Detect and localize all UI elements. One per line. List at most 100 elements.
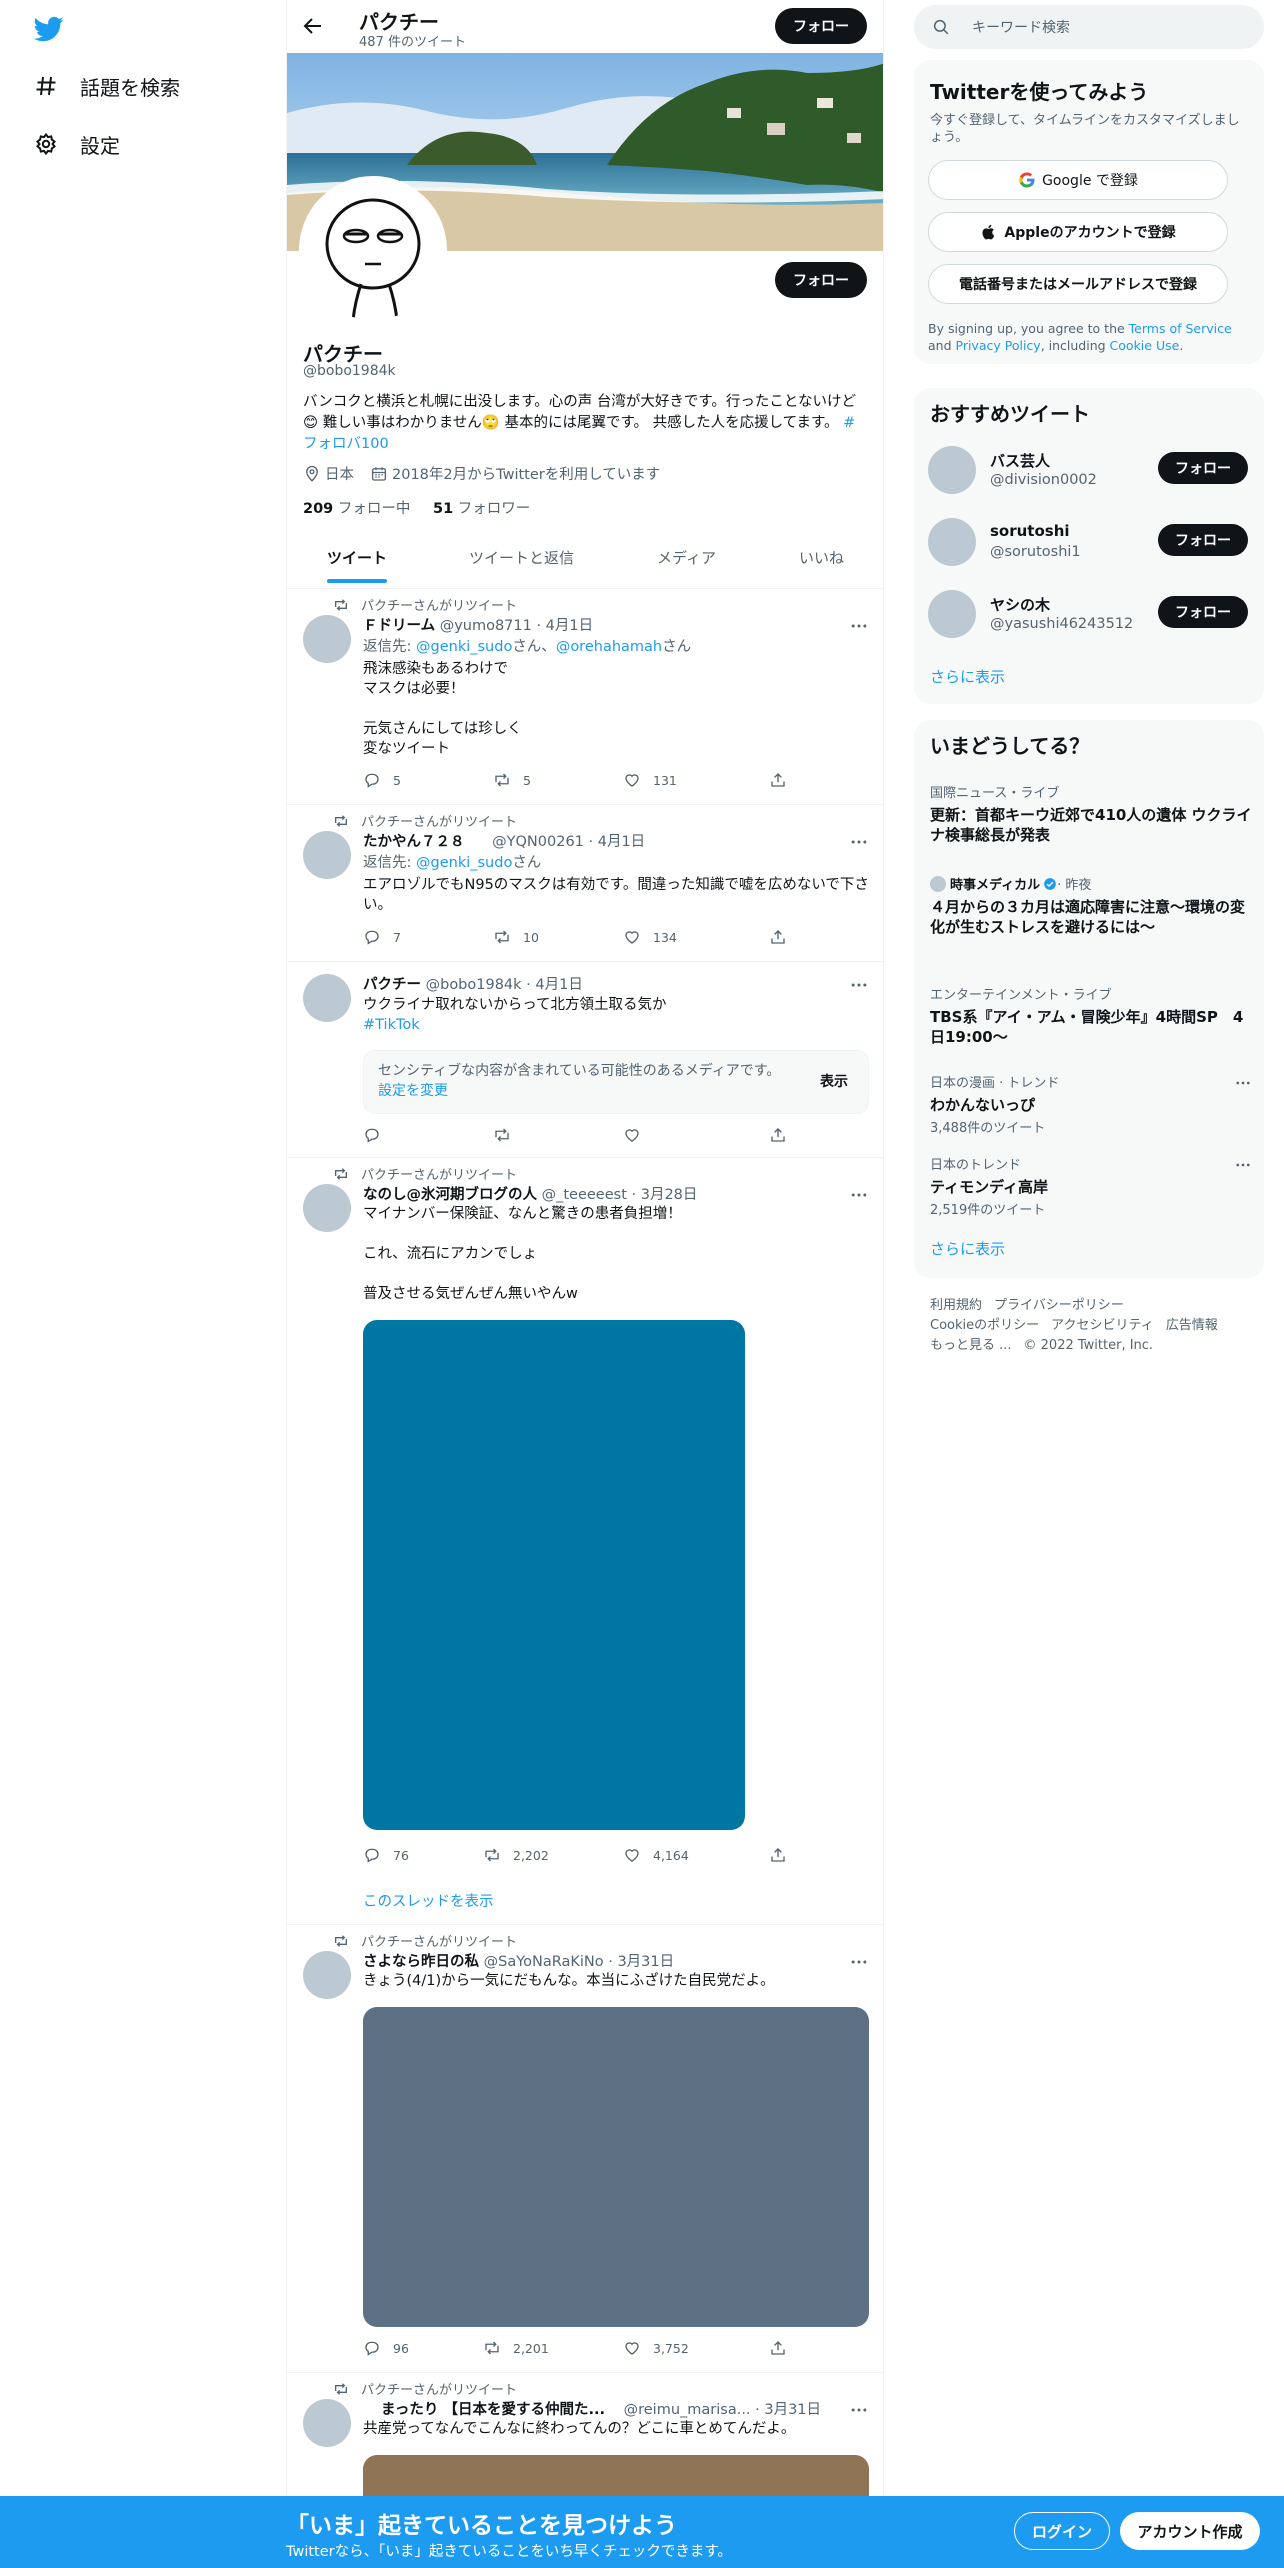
retweet-button[interactable]: 10 [493, 928, 539, 946]
trend-item[interactable]: エンターテインメント・ライブ TBS系『アイ・アム・冒険少年』4時間SP 4日1… [930, 984, 1252, 1047]
tweet-meta[interactable]: @YQN00261 · 4月1日 [492, 834, 645, 850]
tweet-meta[interactable]: @yumo8711 · 4月1日 [440, 618, 593, 634]
share-button[interactable] [769, 1126, 799, 1144]
share-button[interactable] [769, 771, 799, 789]
retweet-button[interactable]: 5 [493, 771, 531, 789]
tweet-author-avatar[interactable] [303, 615, 351, 663]
tweet-author-name[interactable]: なのし@氷河期ブログの人 [363, 1187, 537, 1203]
google-signup-button[interactable]: Google で登録 [928, 160, 1228, 200]
create-account-button[interactable]: アカウント作成 [1120, 2512, 1260, 2550]
tweet-author-avatar[interactable] [303, 1184, 351, 1232]
change-settings-link[interactable]: 設定を変更 [378, 1083, 448, 1099]
more-options-icon[interactable] [849, 1952, 869, 1972]
tweet-author-name[interactable]: パクチー [363, 977, 421, 993]
trend-item[interactable]: 国際ニュース・ライブ 更新：首都キーウ近郊で410人の遺体 ウクライナ検事総長が… [930, 782, 1252, 845]
tweet[interactable]: パクチー @bobo1984k · 4月1日 ウクライナ取れないからって北方領土… [287, 962, 883, 1158]
like-button[interactable]: 131 [623, 771, 677, 789]
more-options-icon[interactable] [849, 975, 869, 995]
nav-explore[interactable]: 話題を検索 [34, 66, 180, 106]
share-button[interactable] [769, 928, 799, 946]
reply-mention-link[interactable]: @genki_sudo [416, 855, 512, 871]
share-button[interactable] [769, 2339, 799, 2357]
recommended-user[interactable]: バス芸人 @division0002 フォロー [914, 434, 1264, 506]
tweet-media-image[interactable] [363, 1320, 745, 1830]
back-arrow-icon[interactable] [301, 14, 325, 38]
tweet[interactable]: パクチーさんがリツイート たかやん７２８ @YQN00261 · 4月1日 返信… [287, 805, 883, 962]
retweet-button[interactable] [493, 1126, 523, 1144]
tweet[interactable]: パクチーさんがリツイート なのし@氷河期ブログの人 @_teeeeest · 3… [287, 1158, 883, 1925]
tweet-author-name[interactable]: Ｆドリーム [363, 618, 435, 634]
follow-button[interactable]: フォロー [1158, 524, 1248, 556]
follow-button[interactable]: フォロー [1158, 452, 1248, 484]
header-follow-button[interactable]: フォロー [775, 8, 867, 44]
apple-signup-button[interactable]: Appleのアカウントで登録 [928, 212, 1228, 252]
recommended-user[interactable]: ヤシの木 @yasushi46243512 フォロー [914, 578, 1264, 650]
tweet-author-avatar[interactable] [303, 831, 351, 879]
follow-button[interactable]: フォロー [1158, 596, 1248, 628]
footer-link[interactable]: Cookieのポリシー [930, 1318, 1039, 1333]
like-button[interactable]: 134 [623, 928, 677, 946]
footer-link[interactable]: 利用規約 [930, 1298, 982, 1313]
footer-link[interactable]: 広告情報 [1166, 1318, 1218, 1333]
phone-email-signup-button[interactable]: 電話番号またはメールアドレスで登録 [928, 264, 1228, 304]
reply-mention-link[interactable]: @genki_sudo [416, 639, 512, 655]
more-options-icon[interactable] [1234, 1156, 1252, 1174]
more-options-icon[interactable] [849, 1185, 869, 1205]
trends-show-more-link[interactable]: さらに表示 [930, 1238, 1005, 1259]
more-options-icon[interactable] [849, 616, 869, 636]
more-options-icon[interactable] [849, 832, 869, 852]
login-button[interactable]: ログイン [1014, 2512, 1110, 2550]
reply-button[interactable]: 76 [363, 1846, 409, 1864]
avatar[interactable] [928, 518, 976, 566]
twitter-logo-icon[interactable] [34, 14, 64, 44]
retweet-button[interactable]: 2,201 [483, 2339, 549, 2357]
followers-link[interactable]: 51 フォロワー [433, 501, 530, 517]
tweet-author-avatar[interactable] [303, 2399, 351, 2447]
tweet-author-name[interactable]: さよなら昨日の私 [363, 1954, 479, 1970]
like-button[interactable] [623, 1126, 653, 1144]
tweet-hashtag-link[interactable]: #TikTok [363, 1015, 869, 1035]
show-thread-link[interactable]: このスレッドを表示 [363, 1890, 494, 1911]
recommended-user[interactable]: sorutoshi @sorutoshi1 フォロー [914, 506, 1264, 578]
tweet-author-avatar[interactable] [303, 1951, 351, 1999]
profile-avatar[interactable] [299, 176, 447, 324]
footer-link[interactable]: アクセシビリティ [1051, 1318, 1154, 1333]
cookie-link[interactable]: Cookie Use [1110, 338, 1180, 353]
tweet-author-avatar[interactable] [303, 974, 351, 1022]
nav-settings[interactable]: 設定 [34, 124, 120, 164]
tweet-media-image[interactable] [363, 2007, 869, 2327]
more-options-icon[interactable] [1234, 1074, 1252, 1092]
like-button[interactable]: 4,164 [623, 1846, 689, 1864]
following-link[interactable]: 209 フォロー中 [303, 501, 410, 517]
tweet-meta[interactable]: @_teeeeest · 3月28日 [542, 1187, 698, 1203]
avatar[interactable] [928, 590, 976, 638]
privacy-link[interactable]: Privacy Policy [956, 338, 1041, 353]
trend-item[interactable]: 時事メディカル · 昨夜 ４月からの３カ月は適応障害に注意～環境の変化が生むスト… [930, 874, 1252, 937]
tweet-author-name[interactable]: たかやん７２８ [363, 834, 465, 850]
reply-mention-link[interactable]: @orehahamah [556, 639, 662, 655]
tweet-meta[interactable]: @SaYoNaRaKiNo · 3月31日 [484, 1954, 675, 1970]
search-box[interactable]: キーワード検索 [914, 5, 1264, 49]
share-button[interactable] [769, 1846, 799, 1864]
tab-media[interactable]: メディア [657, 536, 716, 589]
reply-button[interactable]: 7 [363, 928, 401, 946]
reply-button[interactable]: 96 [363, 2339, 409, 2357]
trend-item[interactable]: 日本のトレンド ティモンディ高岸 2,519件のツイート [930, 1154, 1252, 1218]
tab-likes[interactable]: いいね [799, 536, 844, 589]
more-options-icon[interactable] [849, 2400, 869, 2420]
footer-link[interactable]: プライバシーポリシー [994, 1298, 1124, 1313]
recommended-show-more-link[interactable]: さらに表示 [930, 666, 1005, 687]
retweet-button[interactable]: 2,202 [483, 1846, 549, 1864]
like-button[interactable]: 3,752 [623, 2339, 689, 2357]
tweet-meta[interactable]: @reimu_marisa... · 3月31日 [624, 2402, 821, 2418]
profile-follow-button[interactable]: フォロー [775, 262, 867, 298]
reply-button[interactable] [363, 1126, 393, 1144]
terms-link[interactable]: Terms of Service [1129, 321, 1232, 336]
avatar[interactable] [928, 446, 976, 494]
tweet[interactable]: パクチーさんがリツイート さよなら昨日の私 @SaYoNaRaKiNo · 3月… [287, 1925, 883, 2373]
trend-item[interactable]: 日本の漫画 · トレンド わかんないっぴ 3,488件のツイート [930, 1072, 1252, 1136]
tab-tweets-replies[interactable]: ツイートと返信 [469, 536, 574, 589]
reply-button[interactable]: 5 [363, 771, 401, 789]
show-media-button[interactable]: 表示 [820, 1071, 848, 1091]
tweet[interactable]: パクチーさんがリツイート Ｆドリーム @yumo8711 · 4月1日 返信先:… [287, 589, 883, 805]
